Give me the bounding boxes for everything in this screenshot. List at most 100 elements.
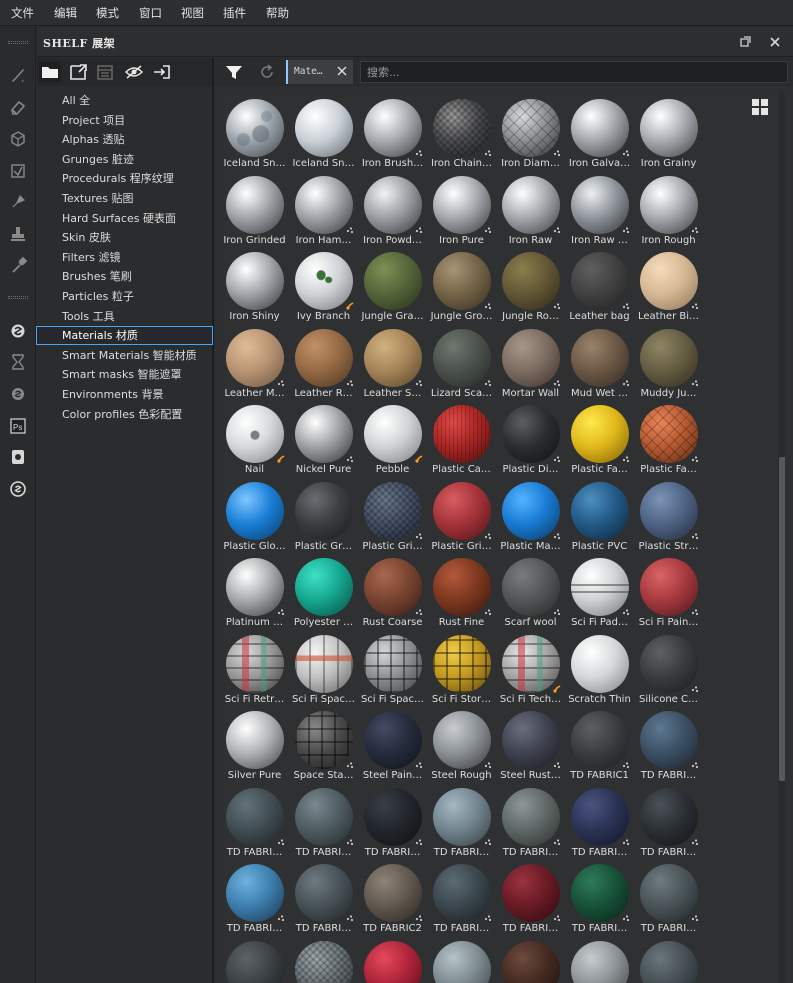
menu-item[interactable]: 视图 [179,0,206,26]
material-tile[interactable]: Plastic Fa… [565,400,634,476]
paint-brush-icon[interactable] [8,65,28,85]
material-tile[interactable]: Nickel Pure [289,400,358,476]
material-tile[interactable]: Ivy Branch [289,247,358,323]
material-tile[interactable]: Platinum … [220,553,289,629]
import-icon[interactable] [151,62,173,82]
category-item[interactable]: Smart Materials 智能材质 [37,346,212,365]
material-tile[interactable]: Scarf wool [496,553,565,629]
material-tile[interactable]: Polyester … [289,553,358,629]
material-tile[interactable]: Steel Rough [427,706,496,782]
material-tile[interactable]: TD FABRIC1 [565,706,634,782]
category-item[interactable]: Tools 工具 [37,307,212,326]
folder-icon[interactable] [39,62,61,82]
material-tile[interactable]: Mud Wet … [565,324,634,400]
material-tile[interactable]: TD FABRI… [565,783,634,859]
new-shelf-icon[interactable] [67,62,89,82]
material-tile[interactable]: Sci Fi Pad… [565,553,634,629]
material-tile[interactable] [220,936,289,983]
eraser-icon[interactable] [8,97,28,117]
material-tile[interactable]: Sci Fi Retr… [220,630,289,706]
material-tile[interactable]: Rust Fine [427,553,496,629]
material-tile[interactable]: Iron Pure [427,171,496,247]
smudge-icon[interactable] [8,192,28,212]
material-tile[interactable]: Sci Fi Spac… [358,630,427,706]
material-tile[interactable]: TD FABRI… [496,859,565,935]
category-item[interactable]: Particles 粒子 [37,287,212,306]
menu-item[interactable]: 窗口 [137,0,164,26]
material-tile[interactable]: Iron Brush… [358,94,427,170]
material-tile[interactable]: Silver Pure [220,706,289,782]
material-tile[interactable] [565,936,634,983]
material-tile[interactable]: Plastic Gri… [358,477,427,553]
material-tile[interactable]: TD FABRI… [634,783,703,859]
material-tile[interactable]: Jungle Gro… [427,247,496,323]
close-icon[interactable] [767,34,783,50]
category-item[interactable]: Procedurals 程序纹理 [37,169,212,188]
category-item[interactable]: Environments 背景 [37,385,212,404]
material-tile[interactable]: Iron Galva… [565,94,634,170]
material-tile[interactable]: Pebble [358,400,427,476]
material-tile[interactable]: Plastic Gri… [427,477,496,553]
material-tile[interactable]: TD FABRI… [496,783,565,859]
category-item[interactable]: Filters 滤镜 [37,248,212,267]
material-tile[interactable]: Iron Grinded [220,171,289,247]
material-tile[interactable]: TD FABRI… [565,859,634,935]
material-tile[interactable] [289,936,358,983]
material-tile[interactable]: Iron Raw … [565,171,634,247]
grid-view-icon[interactable] [751,98,769,116]
material-tile[interactable]: TD FABRI… [634,706,703,782]
material-tile[interactable]: Iron Shiny [220,247,289,323]
remove-filter-icon[interactable] [336,65,348,77]
projection-icon[interactable] [8,129,28,149]
material-tile[interactable]: Iceland Sn… [220,94,289,170]
clone-stamp-icon[interactable] [8,224,28,244]
tray-icon[interactable] [94,62,116,82]
material-tile[interactable] [427,936,496,983]
material-tile[interactable]: Plastic Str… [634,477,703,553]
material-tile[interactable]: Leather R… [289,324,358,400]
material-tile[interactable]: Plastic PVC [565,477,634,553]
material-tile[interactable] [496,936,565,983]
material-tile[interactable]: Leather bag [565,247,634,323]
material-tile[interactable]: Iron Rough [634,171,703,247]
material-tile[interactable] [358,936,427,983]
material-tile[interactable]: Scratch Thin [565,630,634,706]
material-tile[interactable]: Plastic Ca… [427,400,496,476]
material-tile[interactable]: Jungle Ro… [496,247,565,323]
color-picker-icon[interactable] [8,256,28,276]
material-tile[interactable]: Iron Ham… [289,171,358,247]
material-tile[interactable]: Iceland Sn… [289,94,358,170]
material-tile[interactable]: Sci Fi Tech… [496,630,565,706]
material-tile[interactable]: TD FABRI… [289,783,358,859]
float-window-icon[interactable] [737,34,753,50]
material-tile[interactable]: Plastic Gr… [289,477,358,553]
material-tile[interactable]: Iron Raw [496,171,565,247]
material-tile[interactable]: Leather S… [358,324,427,400]
material-tile[interactable]: Lizard Sca… [427,324,496,400]
material-tile[interactable]: Steel Rust… [496,706,565,782]
material-tile[interactable]: TD FABRI… [358,783,427,859]
material-tile[interactable]: TD FABRI… [289,859,358,935]
photoshop-icon[interactable]: Ps [8,416,28,436]
material-tile[interactable]: Steel Pain… [358,706,427,782]
material-tile[interactable]: Leather Bi… [634,247,703,323]
search-input[interactable] [361,62,787,82]
material-tile[interactable]: Plastic Ma… [496,477,565,553]
category-item[interactable]: Grunges 脏迹 [37,150,212,169]
material-tile[interactable]: TD FABRI… [220,783,289,859]
material-tile[interactable]: Sci Fi Stor… [427,630,496,706]
geometry-fill-icon[interactable] [8,161,28,181]
menu-item[interactable]: 帮助 [264,0,291,26]
menu-item[interactable]: 编辑 [52,0,79,26]
material-tile[interactable]: Plastic Glo… [220,477,289,553]
material-tile[interactable]: TD FABRI… [427,783,496,859]
material-tile[interactable]: Leather M… [220,324,289,400]
category-item[interactable]: Alphas 透贴 [37,130,212,149]
substance-share-icon[interactable] [8,479,28,499]
category-item[interactable]: Hard Surfaces 硬表面 [37,209,212,228]
material-tile[interactable]: Silicone C… [634,630,703,706]
hide-icon[interactable] [123,62,145,82]
material-tile[interactable]: Iron Diam… [496,94,565,170]
menu-item[interactable]: 插件 [221,0,248,26]
refresh-icon[interactable] [256,62,278,82]
